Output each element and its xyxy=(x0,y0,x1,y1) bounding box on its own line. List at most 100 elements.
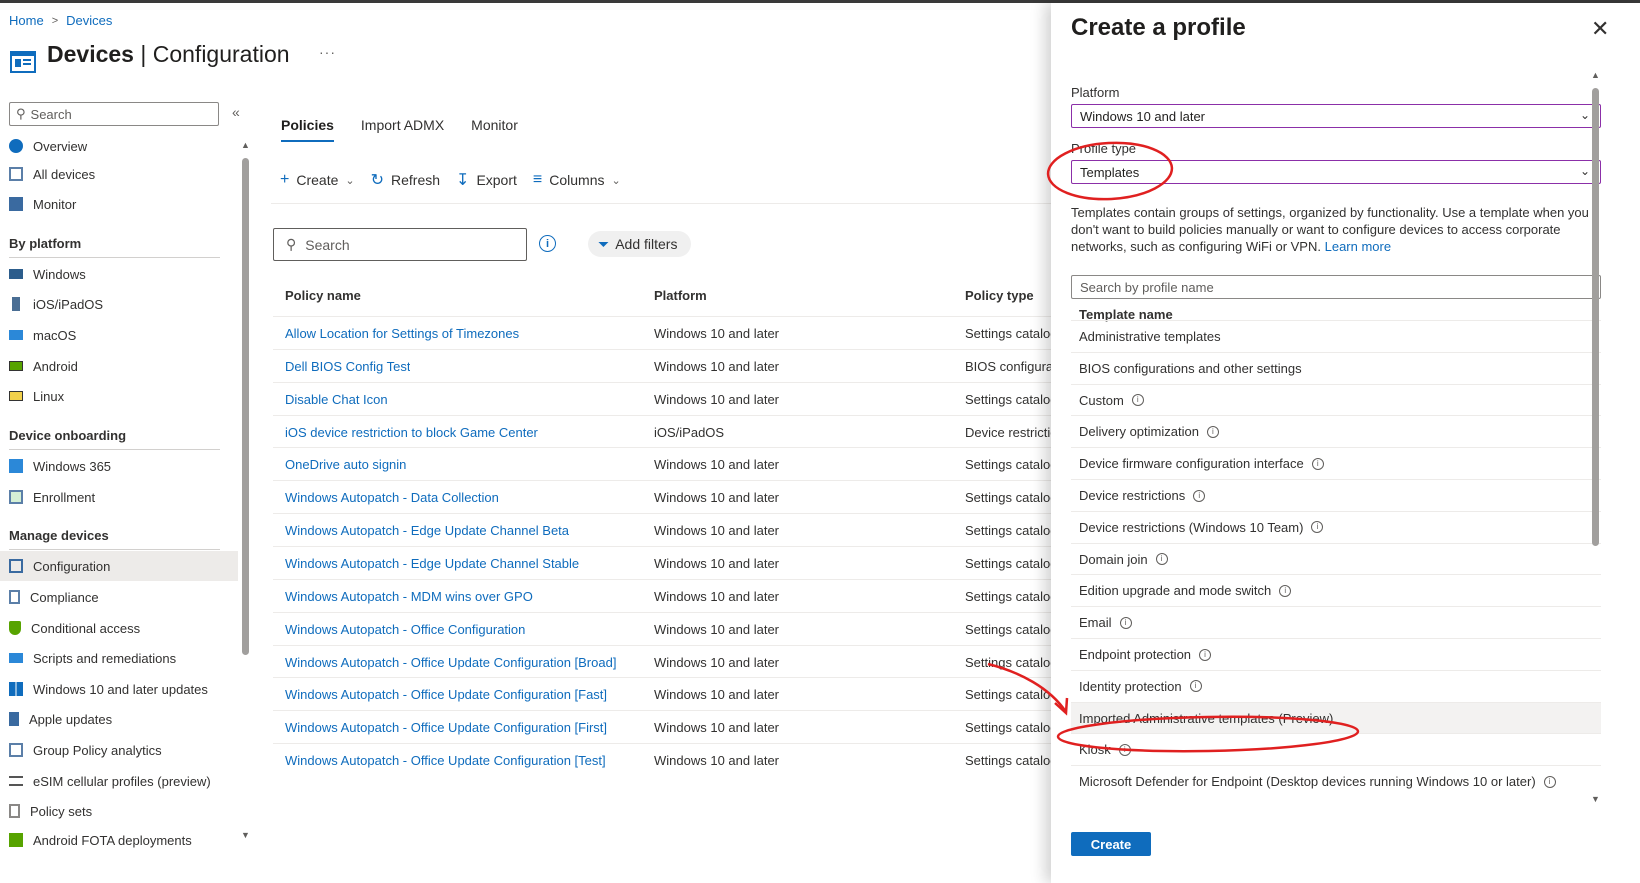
sidebar-item-all-devices[interactable]: All devices xyxy=(0,159,238,189)
close-icon[interactable]: ✕ xyxy=(1591,16,1609,42)
table-row[interactable]: Windows Autopatch - Edge Update Channel … xyxy=(273,545,1053,579)
info-icon[interactable]: i xyxy=(1543,775,1556,788)
template-row[interactable]: Administrative templates xyxy=(1071,320,1601,352)
sidebar-item-esim[interactable]: eSIM cellular profiles (preview) xyxy=(0,766,238,796)
info-icon[interactable]: i xyxy=(1199,648,1212,661)
sidebar-item-ios[interactable]: iOS/iPadOS xyxy=(0,289,238,319)
add-filters-button[interactable]: ⏷ Add filters xyxy=(588,231,692,257)
policy-name-link[interactable]: Windows Autopatch - Office Configuration xyxy=(285,622,525,637)
template-row[interactable]: Edition upgrade and mode switch i xyxy=(1071,574,1601,606)
policy-name-link[interactable]: Windows Autopatch - Data Collection xyxy=(285,490,499,505)
profile-search-input[interactable]: Search by profile name xyxy=(1071,275,1601,299)
scrollbar-thumb[interactable] xyxy=(242,158,249,655)
create-button[interactable]: + Create ⌄ xyxy=(280,171,355,189)
policy-name-link[interactable]: Disable Chat Icon xyxy=(285,392,388,407)
policy-name-link[interactable]: Allow Location for Settings of Timezones xyxy=(285,326,519,341)
breadcrumb-home[interactable]: Home xyxy=(9,13,44,28)
table-row[interactable]: Windows Autopatch - Office Update Config… xyxy=(273,710,1053,743)
profile-type-select[interactable]: Templates ⌄ xyxy=(1071,160,1601,184)
info-icon[interactable]: i xyxy=(1193,489,1206,502)
table-row[interactable]: Windows Autopatch - Office Update Config… xyxy=(273,743,1053,776)
sidebar-item-windows[interactable]: Windows xyxy=(0,259,238,289)
column-header-platform[interactable]: Platform xyxy=(654,288,707,303)
info-icon[interactable]: i xyxy=(539,235,556,252)
scroll-down-icon[interactable]: ▼ xyxy=(241,830,250,840)
template-row[interactable]: Microsoft Defender for Endpoint (Desktop… xyxy=(1071,765,1601,797)
more-icon[interactable]: ··· xyxy=(319,44,336,60)
table-row[interactable]: Windows Autopatch - Office Configuration… xyxy=(273,611,1053,645)
sidebar-item-conditional-access[interactable]: Conditional access xyxy=(0,613,238,643)
template-row[interactable]: Device restrictions (Windows 10 Team) i xyxy=(1071,510,1601,543)
info-icon[interactable]: i xyxy=(1206,425,1219,438)
template-row[interactable]: Delivery optimization i xyxy=(1071,415,1601,447)
export-button[interactable]: ↧ Export xyxy=(456,170,517,190)
scroll-down-icon[interactable]: ▼ xyxy=(1591,794,1600,804)
info-icon[interactable]: i xyxy=(1118,743,1131,756)
scroll-up-icon[interactable]: ▲ xyxy=(241,140,250,150)
template-row[interactable]: Imported Administrative templates (Previ… xyxy=(1071,701,1601,734)
sidebar-item-android[interactable]: Android xyxy=(0,351,238,381)
sidebar-item-windows-updates[interactable]: Windows 10 and later updates xyxy=(0,674,238,704)
policy-name-link[interactable]: Windows Autopatch - Edge Update Channel … xyxy=(285,523,569,538)
info-icon[interactable]: i xyxy=(1131,394,1144,407)
info-icon[interactable]: i xyxy=(1119,616,1132,629)
breadcrumb-devices[interactable]: Devices xyxy=(66,13,112,28)
template-row[interactable]: BIOS configurations and other settings xyxy=(1071,351,1601,384)
sidebar-search-input[interactable]: ⚲ Search xyxy=(9,102,219,126)
sidebar-item-group-policy-analytics[interactable]: Group Policy analytics xyxy=(0,735,238,765)
template-row[interactable]: Email i xyxy=(1071,606,1601,638)
table-row[interactable]: OneDrive auto signin Windows 10 and later… xyxy=(273,447,1053,480)
info-icon[interactable]: i xyxy=(1189,680,1202,693)
info-icon[interactable]: i xyxy=(1155,553,1168,566)
sidebar-item-overview[interactable]: Overview xyxy=(0,131,238,161)
column-header-policy-type[interactable]: Policy type xyxy=(965,288,1034,303)
policy-name-link[interactable]: Windows Autopatch - MDM wins over GPO xyxy=(285,589,533,604)
columns-button[interactable]: ≡ Columns ⌄ xyxy=(533,171,621,189)
policy-name-link[interactable]: OneDrive auto signin xyxy=(285,457,406,472)
policy-name-link[interactable]: Windows Autopatch - Edge Update Channel … xyxy=(285,556,579,571)
sidebar-scrollbar[interactable]: ▲ ▼ xyxy=(241,140,250,883)
refresh-button[interactable]: ↻ Refresh xyxy=(371,170,440,190)
sidebar-item-policy-sets[interactable]: Policy sets xyxy=(0,796,238,826)
sidebar-item-enrollment[interactable]: Enrollment xyxy=(0,482,238,512)
policy-search-input[interactable]: ⚲ Search xyxy=(273,228,527,261)
create-button[interactable]: Create xyxy=(1071,832,1151,856)
sidebar-item-android-fota[interactable]: Android FOTA deployments xyxy=(0,825,238,855)
table-row[interactable]: Windows Autopatch - Data Collection Windo… xyxy=(273,480,1053,513)
sidebar-item-compliance[interactable]: Compliance xyxy=(0,582,238,612)
tab-import-admx[interactable]: Import ADMX xyxy=(361,117,444,142)
info-icon[interactable]: i xyxy=(1311,457,1324,470)
table-row[interactable]: Windows Autopatch - Office Update Config… xyxy=(273,644,1053,678)
template-row[interactable]: Custom i xyxy=(1071,383,1601,416)
sidebar-item-macos[interactable]: macOS xyxy=(0,320,238,350)
template-row[interactable]: Device firmware configuration interface i xyxy=(1071,447,1601,479)
tab-policies[interactable]: Policies xyxy=(281,117,334,142)
scroll-up-icon[interactable]: ▲ xyxy=(1591,70,1600,80)
sidebar-item-linux[interactable]: Linux xyxy=(0,381,238,411)
panel-scrollbar[interactable]: ▲ ▼ xyxy=(1590,70,1601,808)
sidebar-item-monitor[interactable]: Monitor xyxy=(0,189,238,219)
policy-name-link[interactable]: Windows Autopatch - Office Update Config… xyxy=(285,655,616,670)
template-row[interactable]: Endpoint protection i xyxy=(1071,638,1601,670)
collapse-sidebar-icon[interactable]: « xyxy=(232,104,240,120)
table-row[interactable]: Dell BIOS Config Test Windows 10 and late… xyxy=(273,348,1053,382)
policy-name-link[interactable]: Windows Autopatch - Office Update Config… xyxy=(285,753,606,768)
policy-name-link[interactable]: Dell BIOS Config Test xyxy=(285,359,410,374)
template-row[interactable]: Domain join i xyxy=(1071,542,1601,575)
template-row[interactable]: Kiosk i xyxy=(1071,733,1601,765)
sidebar-item-windows-365[interactable]: Windows 365 xyxy=(0,451,238,481)
sidebar-item-configuration[interactable]: Configuration xyxy=(0,551,238,581)
table-row[interactable]: Windows Autopatch - Office Update Config… xyxy=(273,677,1053,710)
tab-monitor[interactable]: Monitor xyxy=(471,117,518,142)
table-row[interactable]: Windows Autopatch - MDM wins over GPO Win… xyxy=(273,578,1053,612)
policy-name-link[interactable]: Windows Autopatch - Office Update Config… xyxy=(285,720,607,735)
template-row[interactable]: Device restrictions i xyxy=(1071,479,1601,511)
info-icon[interactable]: i xyxy=(1311,521,1324,534)
learn-more-link[interactable]: Learn more xyxy=(1325,239,1391,254)
table-row[interactable]: Allow Location for Settings of Timezones… xyxy=(273,316,1053,349)
table-row[interactable]: Disable Chat Icon Windows 10 and later Set… xyxy=(273,381,1053,415)
table-row[interactable]: Windows Autopatch - Edge Update Channel … xyxy=(273,513,1053,546)
scrollbar-thumb[interactable] xyxy=(1592,88,1599,546)
table-row[interactable]: iOS device restriction to block Game Cen… xyxy=(273,414,1053,448)
info-icon[interactable]: i xyxy=(1279,584,1292,597)
